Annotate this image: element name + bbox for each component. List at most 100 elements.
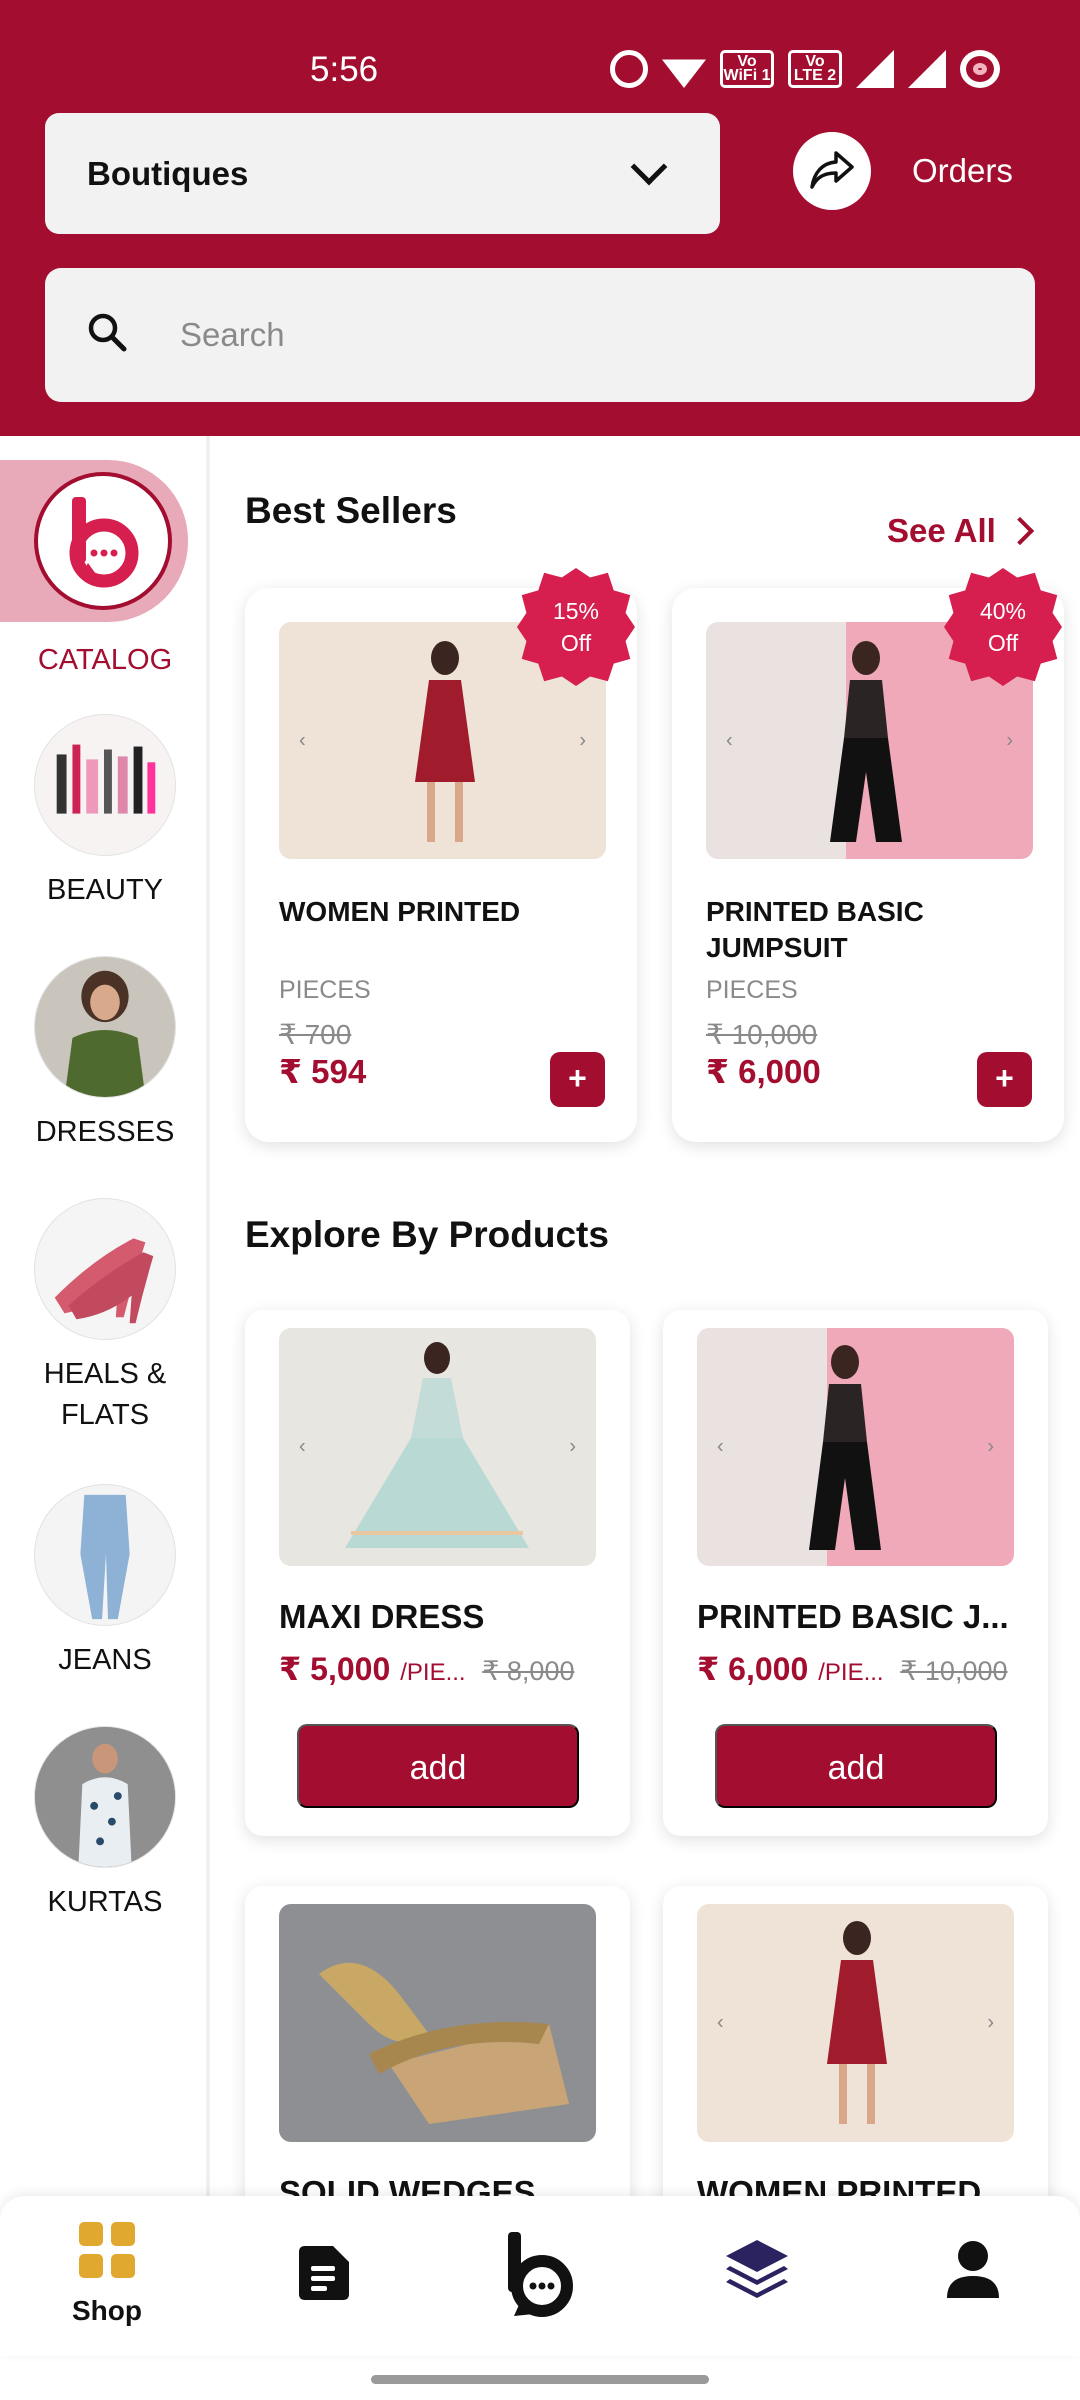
app-root: 5:56 Vo WiFi 1 Vo LTE 2 Boutiques Orders: [0, 0, 1080, 2400]
product-name: PRINTED BASIC JUMPSUIT: [706, 896, 924, 963]
user-icon: [947, 2241, 999, 2298]
system-home-indicator[interactable]: [371, 2375, 709, 2384]
sidebar-item-label: DRESSES: [35, 1116, 175, 1148]
sidebar-item-kurtas[interactable]: KURTAS: [0, 1726, 210, 1923]
product-unit: PIECES: [279, 976, 371, 1004]
product-old-price: ₹ 8,000: [482, 1656, 575, 1686]
product-price: ₹ 594: [279, 1053, 367, 1090]
layers-icon: [726, 2240, 788, 2298]
store-selector-dropdown[interactable]: Boutiques: [45, 113, 720, 234]
carousel-prev-icon: ‹: [726, 729, 733, 751]
nav-label-shop: Shop: [72, 2295, 142, 2326]
carousel-prev-icon: ‹: [299, 729, 306, 751]
sidebar-item-catalog[interactable]: CATALOG: [0, 436, 210, 676]
dresses-category-image: [34, 956, 176, 1098]
nav-tab-orders[interactable]: [263, 2244, 383, 2307]
kurtas-category-image: [34, 1726, 176, 1868]
product-old-price: ₹ 700: [279, 1019, 352, 1050]
record-icon: [960, 50, 1000, 88]
discount-percent: 40%: [979, 598, 1027, 624]
carousel-next-icon: ›: [1006, 729, 1013, 751]
add-button[interactable]: add: [297, 1724, 579, 1808]
nav-tab-profile[interactable]: [913, 2240, 1033, 2305]
brand-logo-icon: [34, 472, 172, 610]
product-image: ‹ ›: [279, 1328, 596, 1566]
product-price: ₹ 5,000: [279, 1651, 391, 1687]
carousel-next-icon: ›: [987, 2011, 994, 2034]
product-price: ₹ 6,000: [697, 1651, 809, 1687]
explore-card-1[interactable]: ‹ › MAXI DRESS ₹ 5,000 /PIE... ₹ 8,000 a…: [245, 1310, 630, 1836]
best-seller-card-1[interactable]: ‹ › WOMEN PRINTED PIECES ₹ 700 ₹ 594 + 1…: [245, 568, 637, 1142]
product-old-price: ₹ 10,000: [706, 1019, 818, 1050]
product-old-price: ₹ 10,000: [900, 1656, 1008, 1686]
status-icons: Vo WiFi 1 Vo LTE 2: [610, 50, 1000, 88]
product-unit: /PIE...: [818, 1659, 884, 1686]
sidebar-item-jeans[interactable]: JEANS: [0, 1484, 210, 1681]
product-unit: /PIE...: [400, 1659, 466, 1686]
discount-off: Off: [560, 630, 592, 656]
status-time: 5:56: [310, 50, 379, 89]
search-input[interactable]: [180, 298, 980, 372]
heals-category-image: [34, 1198, 176, 1340]
document-icon: [299, 2246, 349, 2300]
store-selector-label: Boutiques: [87, 154, 249, 192]
sidebar-item-label: KURTAS: [47, 1886, 163, 1918]
share-button[interactable]: [793, 132, 871, 210]
orders-link[interactable]: Orders: [912, 152, 1013, 190]
search-bar[interactable]: [45, 268, 1035, 402]
see-all-link[interactable]: See All: [887, 512, 1034, 550]
explore-title: Explore By Products: [245, 1214, 609, 1255]
bottom-navigation: Shop: [0, 2196, 1080, 2356]
sidebar-item-label: BEAUTY: [46, 874, 164, 906]
carousel-next-icon: ›: [569, 1435, 576, 1458]
explore-card-2[interactable]: ‹ › PRINTED BASIC J... ₹ 6,000 /PIE... ₹…: [663, 1310, 1048, 1836]
add-to-cart-button[interactable]: +: [977, 1052, 1032, 1107]
alarm-icon: [610, 50, 648, 88]
product-price: ₹ 6,000: [706, 1053, 821, 1090]
carousel-prev-icon: ‹: [299, 1435, 306, 1458]
carousel-prev-icon: ‹: [717, 2011, 724, 2034]
signal-icon-1: [856, 50, 894, 88]
jeans-category-image: [34, 1484, 176, 1626]
chevron-down-icon: [630, 148, 668, 185]
sidebar-item-heals-flats[interactable]: HEALS & FLATS: [0, 1198, 210, 1436]
brand-chat-icon: [508, 2232, 573, 2317]
wifi-calling-icon: Vo WiFi 1: [720, 50, 774, 88]
top-header: 5:56 Vo WiFi 1 Vo LTE 2 Boutiques Orders: [0, 0, 1080, 436]
product-unit: PIECES: [706, 976, 798, 1004]
carousel-next-icon: ›: [579, 729, 586, 751]
nav-tab-shop[interactable]: Shop: [47, 2220, 167, 2327]
discount-percent: 15%: [552, 598, 600, 624]
beauty-category-image: [34, 714, 176, 856]
best-seller-card-2[interactable]: ‹ › PRINTED BASIC JUMPSUIT PIECES ₹ 10,0…: [672, 568, 1064, 1142]
see-all-label: See All: [887, 512, 996, 549]
add-to-cart-button[interactable]: +: [550, 1052, 605, 1107]
nav-tab-home[interactable]: [480, 2232, 600, 2323]
product-image: [279, 1904, 596, 2142]
sidebar-item-label: JEANS: [58, 1644, 152, 1676]
category-sidebar: CATALOG BEAUTY DRESSES HEALS & FLATS JEA…: [0, 436, 210, 2196]
wifi-icon: [662, 59, 706, 88]
price-row: ₹ 5,000 /PIE... ₹ 8,000: [279, 1650, 619, 1688]
product-name: WOMEN PRINTED: [279, 896, 521, 927]
sidebar-item-beauty[interactable]: BEAUTY: [0, 714, 210, 911]
chevron-right-icon: [1005, 516, 1034, 546]
price-row: ₹ 6,000 /PIE... ₹ 10,000: [697, 1650, 1037, 1688]
share-icon: [810, 151, 854, 189]
sidebar-item-label: HEALS & FLATS: [43, 1358, 167, 1431]
product-image: ‹ ›: [697, 1904, 1014, 2142]
signal-icon-2: [908, 50, 946, 88]
sidebar-item-label: CATALOG: [37, 644, 173, 676]
carousel-prev-icon: ‹: [717, 1435, 724, 1458]
discount-off: Off: [987, 630, 1019, 656]
product-name: PRINTED BASIC J...: [697, 1598, 1009, 1635]
product-name: MAXI DRESS: [279, 1598, 485, 1635]
best-sellers-title: Best Sellers: [245, 490, 457, 531]
sidebar-item-dresses[interactable]: DRESSES: [0, 956, 210, 1153]
product-image: ‹ ›: [697, 1328, 1014, 1566]
search-icon: [88, 313, 127, 352]
carousel-next-icon: ›: [987, 1435, 994, 1458]
volte-icon: Vo LTE 2: [788, 50, 842, 88]
add-button[interactable]: add: [715, 1724, 997, 1808]
nav-tab-categories[interactable]: [697, 2238, 817, 2305]
